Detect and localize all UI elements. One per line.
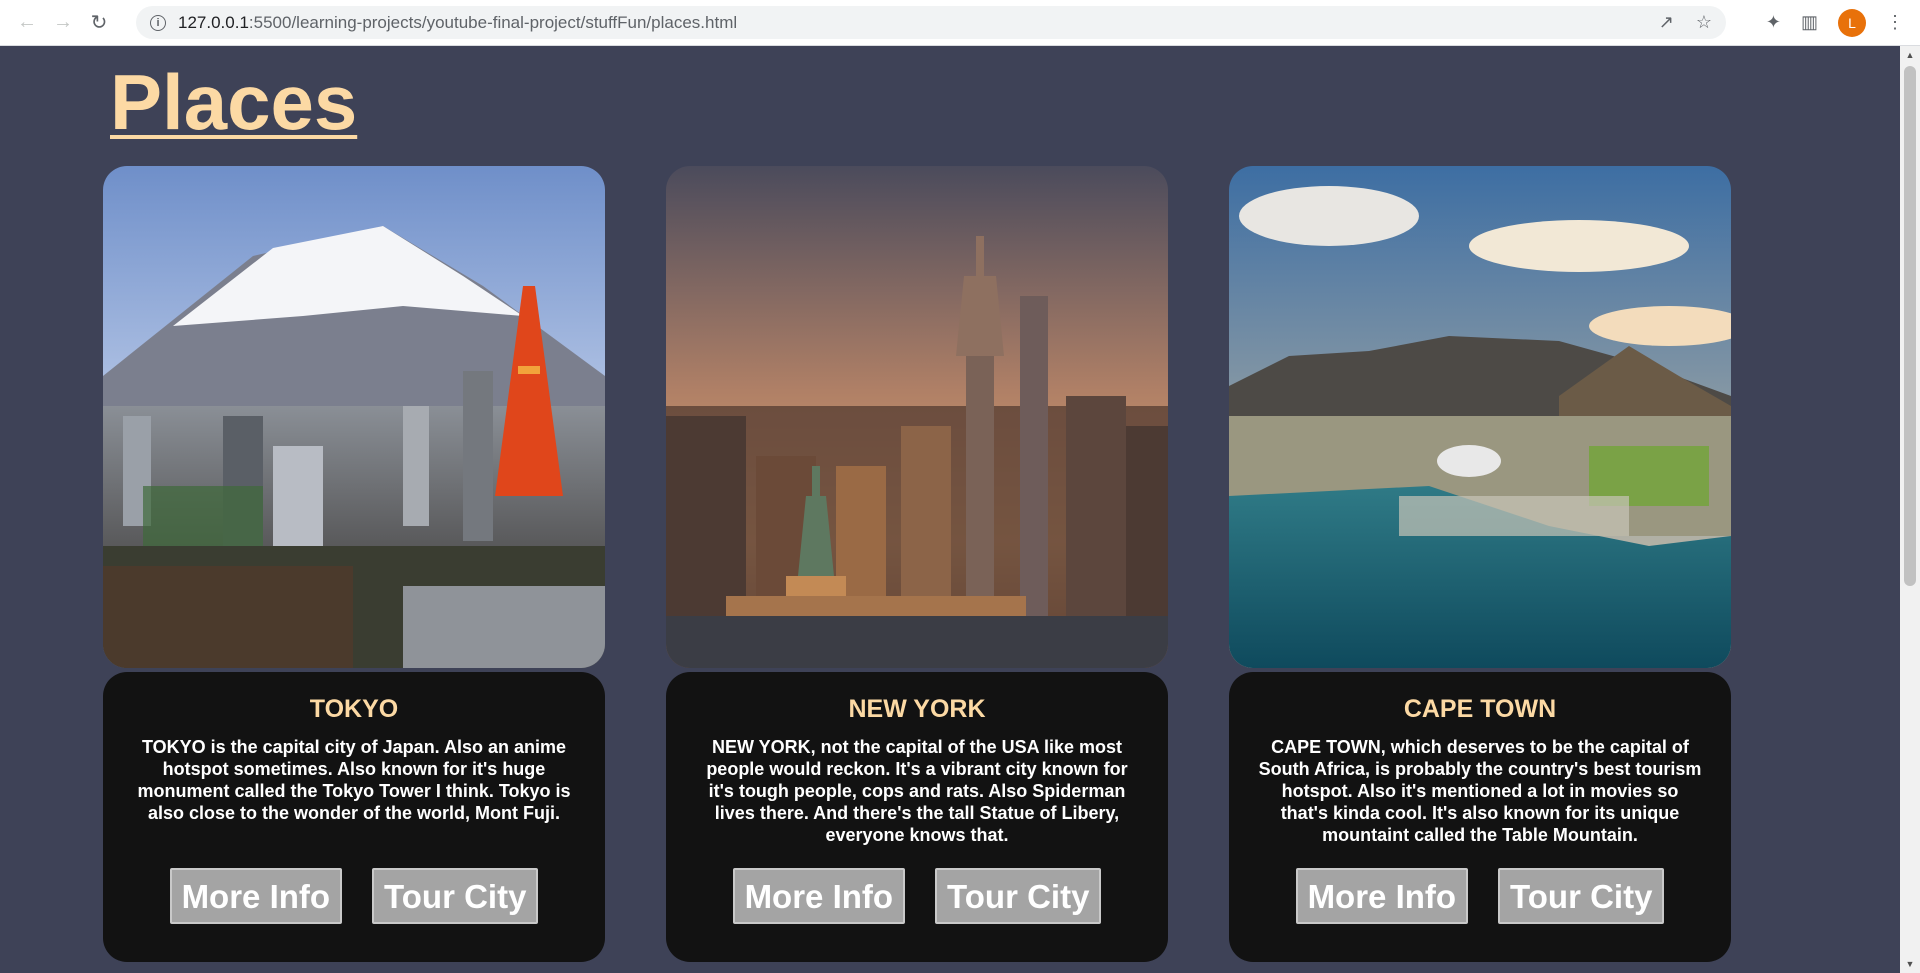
tokyo-image <box>103 166 605 668</box>
cape-town-image <box>1229 166 1731 668</box>
tour-city-button[interactable]: Tour City <box>935 868 1102 924</box>
url-host: 127.0.0.1 <box>178 12 249 32</box>
avatar[interactable]: L <box>1838 8 1866 37</box>
info-icon[interactable]: i <box>150 14 166 31</box>
url-text[interactable]: 127.0.0.1:5500/learning-projects/youtube… <box>178 13 737 33</box>
tour-city-button[interactable]: Tour City <box>372 868 539 924</box>
more-info-button[interactable]: More Info <box>732 868 906 924</box>
address-bar[interactable]: i 127.0.0.1:5500/learning-projects/youtu… <box>136 6 1726 39</box>
scrollbar-thumb[interactable] <box>1904 66 1916 586</box>
extensions-icon[interactable]: ✦ <box>1766 12 1781 33</box>
card-title: NEW YORK <box>848 695 986 723</box>
new-york-image <box>666 166 1168 668</box>
card-title: TOKYO <box>309 695 399 723</box>
url-path: :5500/learning-projects/youtube-final-pr… <box>248 12 738 32</box>
scroll-up-icon[interactable]: ▲ <box>1900 50 1920 60</box>
star-icon[interactable]: ☆ <box>1696 12 1712 33</box>
card-description: TOKYO is the capital city of Japan. Also… <box>137 737 571 823</box>
back-icon[interactable]: ← <box>12 8 42 38</box>
menu-icon[interactable]: ⋮ <box>1886 12 1904 33</box>
more-info-button[interactable]: More Info <box>1295 868 1469 924</box>
tour-city-button[interactable]: Tour City <box>1498 868 1665 924</box>
forward-icon[interactable]: → <box>48 8 78 38</box>
card-title: CAPE TOWN <box>1403 695 1557 723</box>
cape-town-card: CAPE TOWN CAPE TOWN, which deserves to b… <box>1229 672 1731 962</box>
scrollbar[interactable]: ▲ ▼ <box>1900 46 1920 973</box>
reload-icon[interactable]: ↻ <box>84 8 114 38</box>
tokyo-card: TOKYO TOKYO is the capital city of Japan… <box>103 672 605 962</box>
page-title: Places <box>110 58 358 146</box>
new-york-card: NEW YORK NEW YORK, not the capital of th… <box>666 672 1168 962</box>
card-description: NEW YORK, not the capital of the USA lik… <box>706 737 1128 845</box>
browser-toolbar: ← → ↻ i 127.0.0.1:5500/learning-projects… <box>0 0 1920 46</box>
sidepanel-icon[interactable]: ▥ <box>1801 12 1818 33</box>
card-description: CAPE TOWN, which deserves to be the capi… <box>1258 737 1702 845</box>
more-info-button[interactable]: More Info <box>169 868 343 924</box>
share-icon[interactable]: ↗ <box>1659 12 1674 33</box>
scroll-down-icon[interactable]: ▼ <box>1900 959 1920 969</box>
